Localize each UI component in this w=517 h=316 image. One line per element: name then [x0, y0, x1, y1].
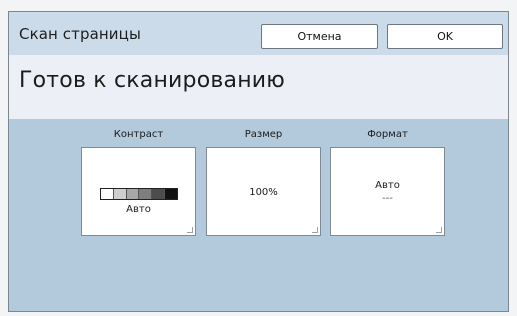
format-tile[interactable]: Авто --- — [330, 147, 445, 236]
contrast-step — [112, 189, 126, 199]
size-label: Размер — [244, 129, 283, 140]
format-label: Формат — [367, 129, 408, 140]
page-title: Скан страницы — [19, 25, 141, 43]
contrast-step — [125, 189, 139, 199]
size-tile[interactable]: 100% — [206, 147, 321, 236]
status-message: Готов к сканированию — [19, 68, 286, 93]
size-value: 100% — [249, 187, 278, 198]
format-value: Авто — [375, 180, 400, 191]
status-band: Готов к сканированию — [9, 55, 508, 119]
contrast-step — [164, 189, 177, 199]
contrast-step — [151, 189, 165, 199]
contrast-step — [101, 189, 113, 199]
contrast-value: Авто — [126, 204, 151, 215]
format-subvalue: --- — [382, 193, 393, 204]
contrast-tile[interactable]: Авто — [81, 147, 196, 236]
header-bar: Скан страницы Отмена OK — [9, 12, 508, 55]
contrast-step — [138, 189, 152, 199]
contrast-label: Контраст — [113, 129, 164, 140]
ok-button[interactable]: OK — [387, 24, 503, 49]
contrast-scale-icon — [100, 188, 178, 200]
scan-page-dialog: Скан страницы Отмена OK Готов к сканиров… — [8, 11, 509, 312]
cancel-button[interactable]: Отмена — [261, 24, 378, 49]
